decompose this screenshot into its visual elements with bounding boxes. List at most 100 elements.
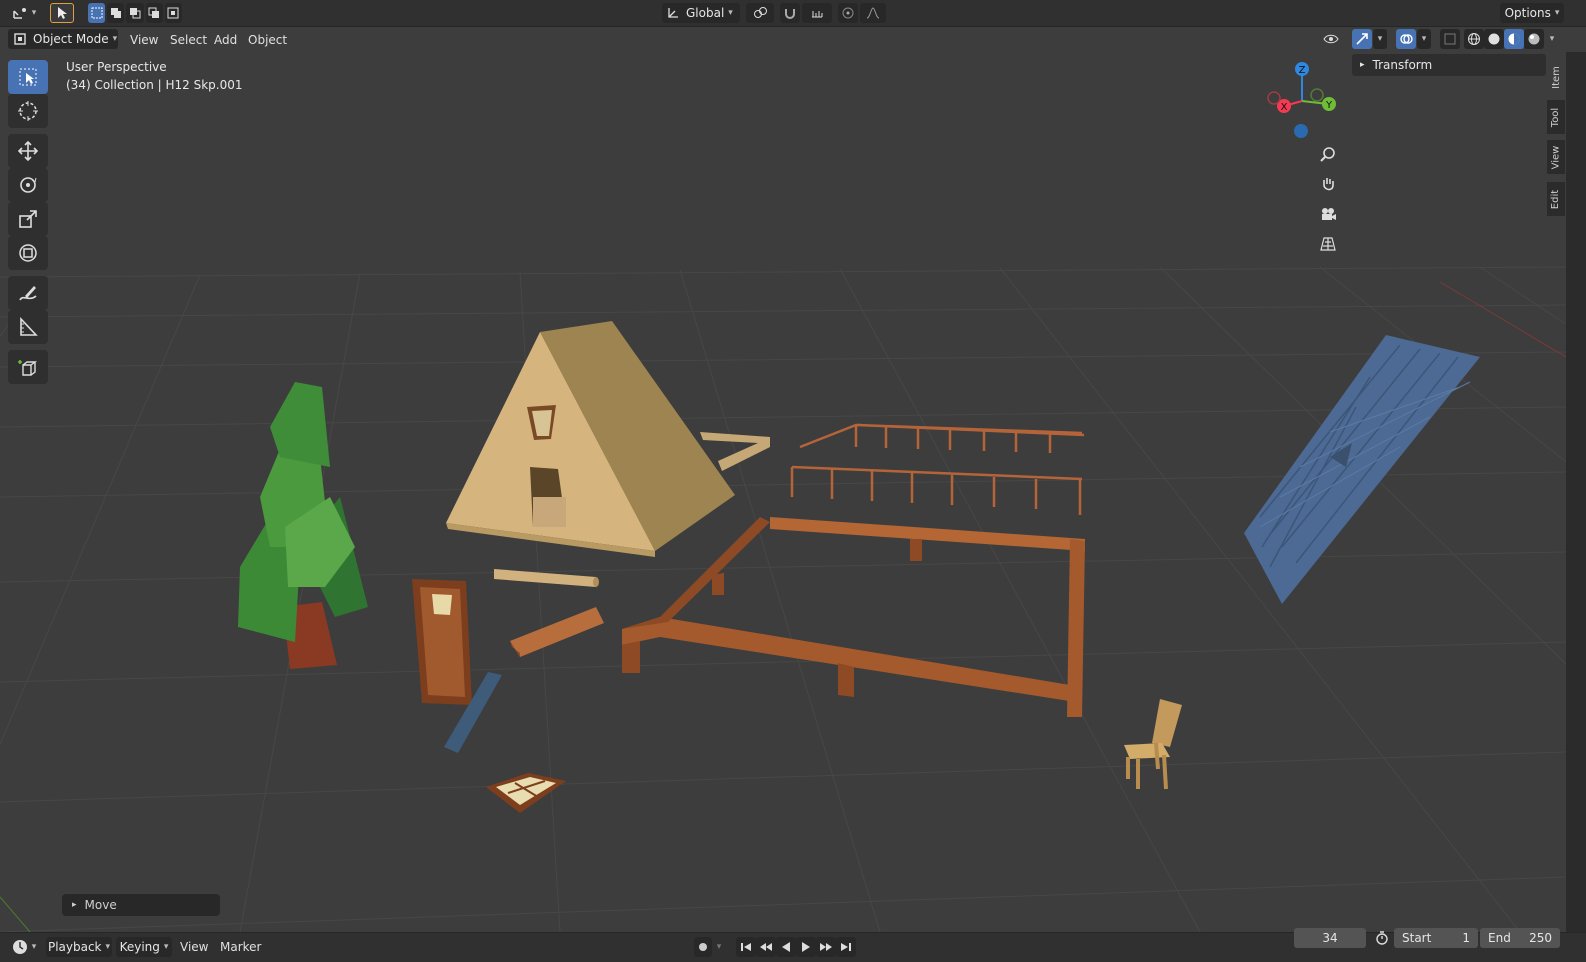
keying-menu[interactable]: Keying ▾ [116,937,172,957]
shading-wireframe-button[interactable] [1464,29,1484,49]
viewport-header: Object Mode ▾ View Select Add Object ▾ ▾… [0,27,1586,52]
transform-panel-header[interactable]: ▸ Transform [1352,54,1546,76]
select-subtract-icon [130,8,141,19]
select-intersect-button[interactable] [164,3,183,23]
rendered-sphere-icon [1528,33,1540,45]
select-extend-button[interactable] [107,3,125,23]
options-dropdown[interactable]: Options ▾ [1500,3,1564,23]
editor-type-button[interactable]: ▾ [8,3,40,23]
a-frame-cabin-object[interactable] [446,321,770,557]
navigation-gizmo[interactable]: Z Y X [1262,60,1342,150]
tool-rotate[interactable] [8,168,48,202]
menu-add[interactable]: Add [208,30,243,50]
snap-toggle[interactable] [780,3,800,23]
zoom-view-button[interactable] [1314,140,1342,168]
end-frame-label: End [1488,931,1511,945]
current-frame-field[interactable]: 34 [1294,928,1366,948]
select-difference-button[interactable] [145,3,163,23]
jump-end-icon [841,943,851,951]
jump-start-button[interactable] [736,937,756,957]
select-extend-icon [110,8,121,18]
transform-orientation-dropdown[interactable]: Global ▾ [662,3,740,23]
tool-measure[interactable] [8,310,48,344]
mode-dropdown[interactable]: Object Mode ▾ [8,29,118,49]
last-operator-panel[interactable]: ▸ Move [62,894,220,916]
play-icon [802,942,810,952]
chair-object[interactable] [1124,699,1182,790]
window-frame-object[interactable] [486,773,566,813]
tool-select-button[interactable] [50,3,74,23]
keying-set-dropdown[interactable]: ▾ [712,937,726,957]
menu-view[interactable]: View [124,30,164,50]
visibility-dropdown[interactable] [1316,29,1346,49]
proportional-edit-toggle[interactable] [838,3,858,23]
pan-view-button[interactable] [1314,170,1342,198]
pivot-point-dropdown[interactable] [746,3,774,23]
shading-rendered-button[interactable] [1524,29,1544,49]
roof-panel-object[interactable] [1244,335,1480,604]
menu-select[interactable]: Select [164,30,213,50]
gizmo-toggle[interactable] [1352,29,1372,49]
gizmo-dropdown[interactable]: ▾ [1373,29,1387,49]
menu-object[interactable]: Object [242,30,293,50]
play-reverse-button[interactable] [776,937,796,957]
camera-view-button[interactable] [1314,200,1342,228]
timeline-view-menu[interactable]: View [174,937,214,957]
overlays-toggle[interactable] [1396,29,1416,49]
gizmo-neg-z-icon[interactable] [1294,124,1308,138]
tool-annotate[interactable] [8,276,48,310]
bed-frame-object[interactable] [622,517,1085,717]
tool-add-cube[interactable] [8,350,48,384]
pine-tree-object[interactable] [238,382,368,669]
top-header: ▾ Global ▾ Options ▾ [0,0,1586,27]
cursor-icon [18,101,38,121]
play-button[interactable] [796,937,816,957]
playback-menu[interactable]: Playback ▾ [46,937,112,957]
options-label: Options [1504,6,1551,20]
tool-cursor[interactable] [8,94,48,128]
falloff-dropdown[interactable] [860,3,886,23]
snap-target-dropdown[interactable] [802,3,832,23]
pivot-icon [754,7,767,18]
y-axis-line [0,896,31,932]
gizmo-neg-y-icon[interactable] [1310,88,1324,102]
door-object[interactable] [412,579,472,705]
sidebar-tab-view[interactable]: View [1547,140,1565,174]
falloff-curve-icon [866,7,880,19]
stairs-object[interactable] [510,607,604,657]
magnet-icon [785,9,795,19]
timeline-editor-type-button[interactable]: ▾ [8,937,40,957]
prev-keyframe-button[interactable] [756,937,776,957]
cursor-select-icon [58,7,67,19]
gizmo-neg-x-icon[interactable] [1267,91,1281,105]
orientation-axes-icon [668,8,678,18]
jump-end-button[interactable] [836,937,856,957]
tool-select-box[interactable] [8,60,48,94]
tool-scale[interactable] [8,202,48,236]
toggle-perspective-button[interactable] [1314,230,1342,258]
auto-keying-toggle[interactable] [694,937,712,957]
sidebar-tab-item[interactable]: Item [1547,58,1565,96]
end-frame-field[interactable]: End 250 [1480,928,1560,948]
timeline-marker-menu[interactable]: Marker [214,937,267,957]
overlays-dropdown[interactable]: ▾ [1417,29,1431,49]
3d-viewport[interactable]: User Perspective (34) Collection | H12 S… [0,27,1566,932]
tool-transform[interactable] [8,236,48,270]
move-icon [17,140,39,162]
select-new-button[interactable] [88,3,106,23]
scale-icon [19,210,37,228]
shading-dropdown[interactable]: ▾ [1545,29,1559,49]
snap-increment-icon [812,11,823,18]
small-fence-object[interactable] [790,423,1085,515]
xray-toggle[interactable] [1440,29,1460,49]
jump-start-icon [741,943,751,951]
sidebar-tab-tool[interactable]: Tool [1547,100,1565,134]
select-subtract-button[interactable] [126,3,144,23]
shading-material-button[interactable] [1504,29,1524,49]
shading-solid-button[interactable] [1484,29,1504,49]
preview-range-toggle[interactable] [1372,928,1392,948]
start-frame-field[interactable]: Start 1 [1394,928,1478,948]
next-keyframe-button[interactable] [816,937,836,957]
sidebar-tab-edit[interactable]: Edit [1547,182,1565,216]
tool-move[interactable] [8,134,48,168]
